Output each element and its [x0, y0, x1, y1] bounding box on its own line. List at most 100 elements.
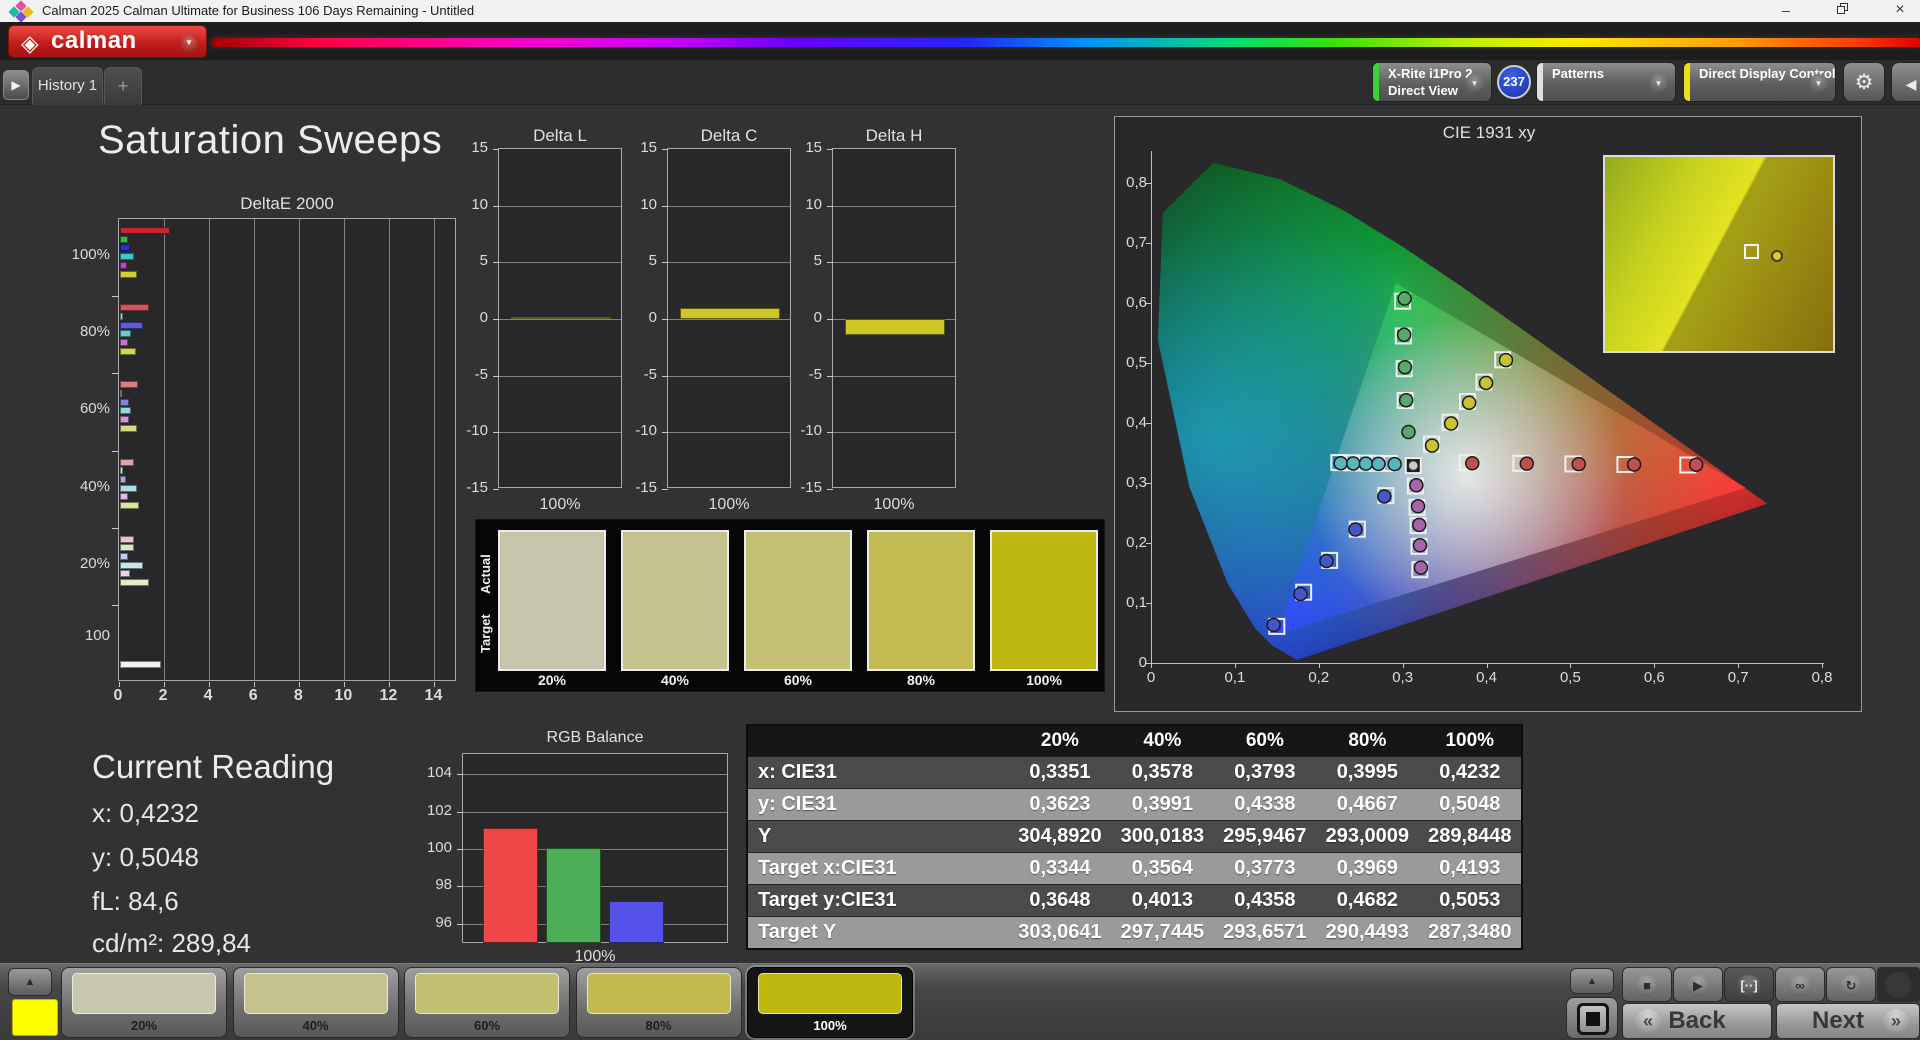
delta_l-title: Delta L: [533, 126, 587, 145]
step-button[interactable]: [··]: [1724, 967, 1774, 1002]
cie-title: CIE 1931 xy: [1442, 123, 1536, 142]
delta_c-gridline: [668, 262, 790, 264]
deltae-x-tick-label: 8: [293, 687, 303, 704]
reading-y: y: 0,5048: [92, 842, 199, 872]
table-cell: 303,0641: [1018, 921, 1102, 943]
delta_l-tick-label: -15: [466, 479, 488, 496]
patterns-status-stripe: [1537, 63, 1543, 101]
delta_l-x-label: 100%: [539, 496, 581, 513]
blue-sweep-measured: [1377, 489, 1392, 504]
table-cell: 0,4338: [1234, 793, 1296, 815]
red-sweep-measured: [1626, 457, 1642, 472]
calman-diamond-icon: ◈: [21, 30, 39, 56]
cie-x-tick: [1486, 663, 1488, 668]
rgb-bar-blue: [609, 901, 664, 943]
table-header-cell: 20%: [1040, 730, 1079, 751]
deltae-bar-100-red: [120, 660, 161, 668]
cie-x-tick-label: 0,4: [1476, 669, 1497, 686]
cyan-sweep-measured: [1387, 456, 1402, 472]
yellow-sweep-measured: [1498, 352, 1514, 368]
pattern-button-80%[interactable]: 80%: [575, 967, 742, 1038]
deltae-bar-20%-blue: [120, 553, 128, 561]
table-cell: 0,4358: [1234, 889, 1296, 911]
pattern-button-60%[interactable]: 60%: [404, 967, 570, 1038]
deltae-x-tick-label: 12: [379, 687, 398, 704]
reading-cdm2: cd/m²: 289,84: [92, 928, 251, 958]
deltae2000-x-axis: 0 2 4 6 8 10 12 14: [114, 685, 456, 705]
meter-reading-badge[interactable]: 237: [1497, 65, 1531, 99]
meter-selector-dropdown[interactable]: X-Rite i1Pro 2 Direct View ▼: [1372, 62, 1492, 102]
meter-name: X-Rite i1Pro 2: [1388, 66, 1473, 81]
reference-color-swatch[interactable]: [12, 999, 58, 1036]
up-arrow-icon: ▲: [24, 976, 36, 988]
pattern-window-button[interactable]: [1566, 997, 1618, 1039]
pattern-button-40%[interactable]: 40%: [232, 967, 399, 1038]
delta_h-tick: [827, 375, 833, 377]
calman-menu-button[interactable]: ◈ calman ▼: [8, 25, 207, 58]
delta_l-gridline: [499, 262, 621, 264]
delta_l-tick: [493, 432, 499, 434]
pattern-button-100%[interactable]: 100%: [747, 967, 913, 1038]
refresh-button[interactable]: ↻: [1826, 967, 1876, 1002]
table-cell: 0,5053: [1439, 889, 1501, 911]
delta_h-tick: [827, 205, 833, 207]
meter-mode: Direct View: [1388, 83, 1458, 98]
deltae-bar-20%-yellow: [120, 579, 150, 587]
white-point-measured: [1407, 459, 1420, 472]
minimize-button[interactable]: –: [1769, 0, 1803, 22]
pattern-button-20%[interactable]: 20%: [61, 967, 227, 1038]
collapse-panel-button[interactable]: ◀: [1891, 62, 1920, 102]
green-sweep-measured: [1397, 359, 1413, 375]
stop-button[interactable]: ■: [1622, 967, 1672, 1002]
up-arrow-icon: ▲: [1587, 976, 1597, 987]
table-cell: 0,5048: [1439, 793, 1501, 815]
tab-history-1[interactable]: History 1: [32, 67, 103, 105]
back-button[interactable]: « Back: [1622, 1003, 1772, 1039]
rgb-tick-label: 100: [426, 839, 452, 856]
step-icon: [··]: [1737, 975, 1761, 997]
delta_c-tick-label: 0: [648, 309, 657, 326]
delta_h-title: Delta H: [865, 126, 923, 145]
cie-x-tick: [1402, 663, 1404, 668]
delta_l-tick-label: 15: [471, 139, 488, 156]
table-cell: 293,6571: [1223, 921, 1307, 943]
patterns-dropdown[interactable]: Patterns ▼: [1536, 62, 1676, 102]
add-tab-button[interactable]: +: [104, 67, 142, 105]
settings-button[interactable]: ⚙: [1843, 62, 1885, 102]
yellow-sweep-measured: [1424, 438, 1440, 453]
delta_h-x-label: 100%: [873, 496, 915, 513]
pattern-label: 60%: [473, 1018, 501, 1033]
close-button[interactable]: ×: [1883, 0, 1917, 22]
inset-gamut-edge: [1605, 157, 1833, 351]
rainbow-gradient-strip: [212, 38, 1920, 47]
delta_c-gridline: [668, 375, 790, 377]
table-header-row: 20% 40% 60% 80% 100%: [748, 726, 1521, 756]
table-header-cell: 100%: [1445, 730, 1495, 751]
table-row-label: x: CIE31: [758, 761, 837, 783]
swatch-label-60%: 60%: [783, 672, 813, 688]
cie-x-tick-label: 0,5: [1559, 669, 1581, 686]
window-scroll-up-button[interactable]: ▲: [1570, 968, 1614, 994]
delta_l-tick: [493, 149, 499, 150]
restore-button[interactable]: [1826, 0, 1860, 22]
delta_h-tick-label: 0: [813, 309, 822, 326]
rgb-gridline: [463, 774, 727, 776]
pattern-scroll-up-button[interactable]: ▲: [8, 968, 52, 996]
loop-button[interactable]: ∞: [1775, 967, 1825, 1002]
deltae-group-tick: [112, 527, 119, 529]
table-row-label: y: CIE31: [758, 793, 837, 815]
session-play-button[interactable]: ▶: [3, 70, 29, 100]
chevron-down-icon: ▼: [1465, 74, 1484, 93]
deltae-gridline: [344, 219, 346, 680]
cie-1931-panel: CIE 1931 xy 0 0,1 0,2 0,3 0,4 0,5 0,6 0,…: [1114, 116, 1862, 712]
next-button[interactable]: Next »: [1776, 1003, 1920, 1039]
pattern-swatch-60%: [415, 973, 559, 1014]
deltae-group-tick: [112, 373, 119, 375]
table-cell: 289,8448: [1428, 825, 1512, 847]
delta_c-tick: [662, 375, 668, 377]
display-control-dropdown[interactable]: Direct Display Control ▼: [1683, 62, 1836, 102]
swatch-80%: [867, 530, 975, 671]
blue-sweep-measured: [1348, 522, 1363, 537]
play-button[interactable]: ▶: [1673, 967, 1723, 1002]
pattern-label: 20%: [130, 1018, 158, 1033]
